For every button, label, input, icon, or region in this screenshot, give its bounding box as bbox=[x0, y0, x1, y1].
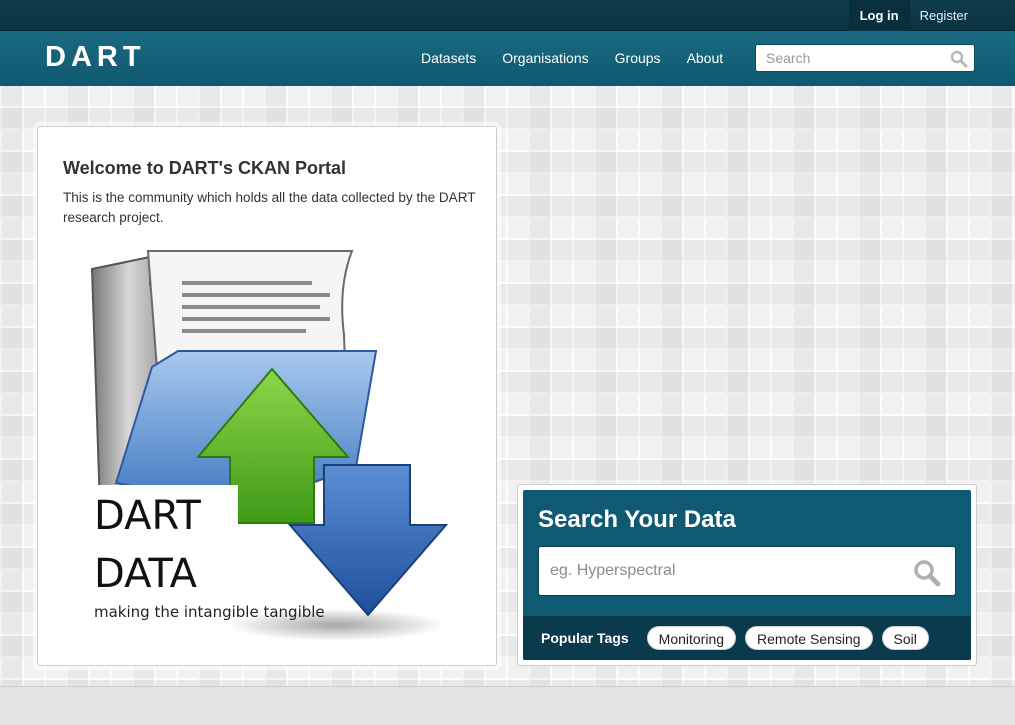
dart-data-logo-image: DART DATA making the intangible tangible bbox=[88, 250, 449, 641]
tag-soil[interactable]: Soil bbox=[881, 626, 929, 650]
account-links: Log in Register bbox=[848, 0, 1015, 31]
search-panel-title: Search Your Data bbox=[538, 506, 736, 533]
site-search-input[interactable] bbox=[756, 45, 946, 71]
register-link[interactable]: Register bbox=[908, 0, 1015, 31]
footer bbox=[0, 686, 1015, 725]
search-icon[interactable] bbox=[913, 559, 941, 587]
search-your-data-panel: Search Your Data Popular Tags Monitoring… bbox=[523, 490, 971, 660]
masthead: DART Datasets Organisations Groups About bbox=[0, 31, 1015, 86]
nav-about[interactable]: About bbox=[674, 31, 737, 86]
nav-datasets[interactable]: Datasets bbox=[408, 31, 489, 86]
popular-tags-bar: Popular Tags Monitoring Remote Sensing S… bbox=[523, 616, 971, 660]
logo-tagline: making the intangible tangible bbox=[94, 603, 325, 621]
nav-groups[interactable]: Groups bbox=[602, 31, 674, 86]
dataset-search-input[interactable] bbox=[539, 547, 899, 595]
search-icon[interactable] bbox=[950, 50, 968, 68]
dataset-search-box bbox=[538, 546, 956, 596]
tag-remote-sensing[interactable]: Remote Sensing bbox=[745, 626, 873, 650]
site-search bbox=[755, 44, 975, 72]
logo-text-data: DATA bbox=[94, 551, 198, 597]
main-nav: Datasets Organisations Groups About bbox=[408, 31, 736, 86]
logo-text-dart: DART bbox=[94, 493, 201, 539]
nav-organisations[interactable]: Organisations bbox=[489, 31, 601, 86]
site-logo[interactable]: DART bbox=[45, 41, 146, 74]
tag-monitoring[interactable]: Monitoring bbox=[646, 626, 737, 650]
welcome-box: Welcome to DART's CKAN Portal This is th… bbox=[37, 126, 497, 666]
popular-tags-label: Popular Tags bbox=[541, 630, 629, 646]
login-link[interactable]: Log in bbox=[848, 0, 909, 31]
welcome-description: This is the community which holds all th… bbox=[63, 190, 476, 225]
welcome-title: Welcome to DART's CKAN Portal bbox=[63, 158, 346, 178]
account-bar: Log in Register bbox=[0, 0, 1015, 31]
